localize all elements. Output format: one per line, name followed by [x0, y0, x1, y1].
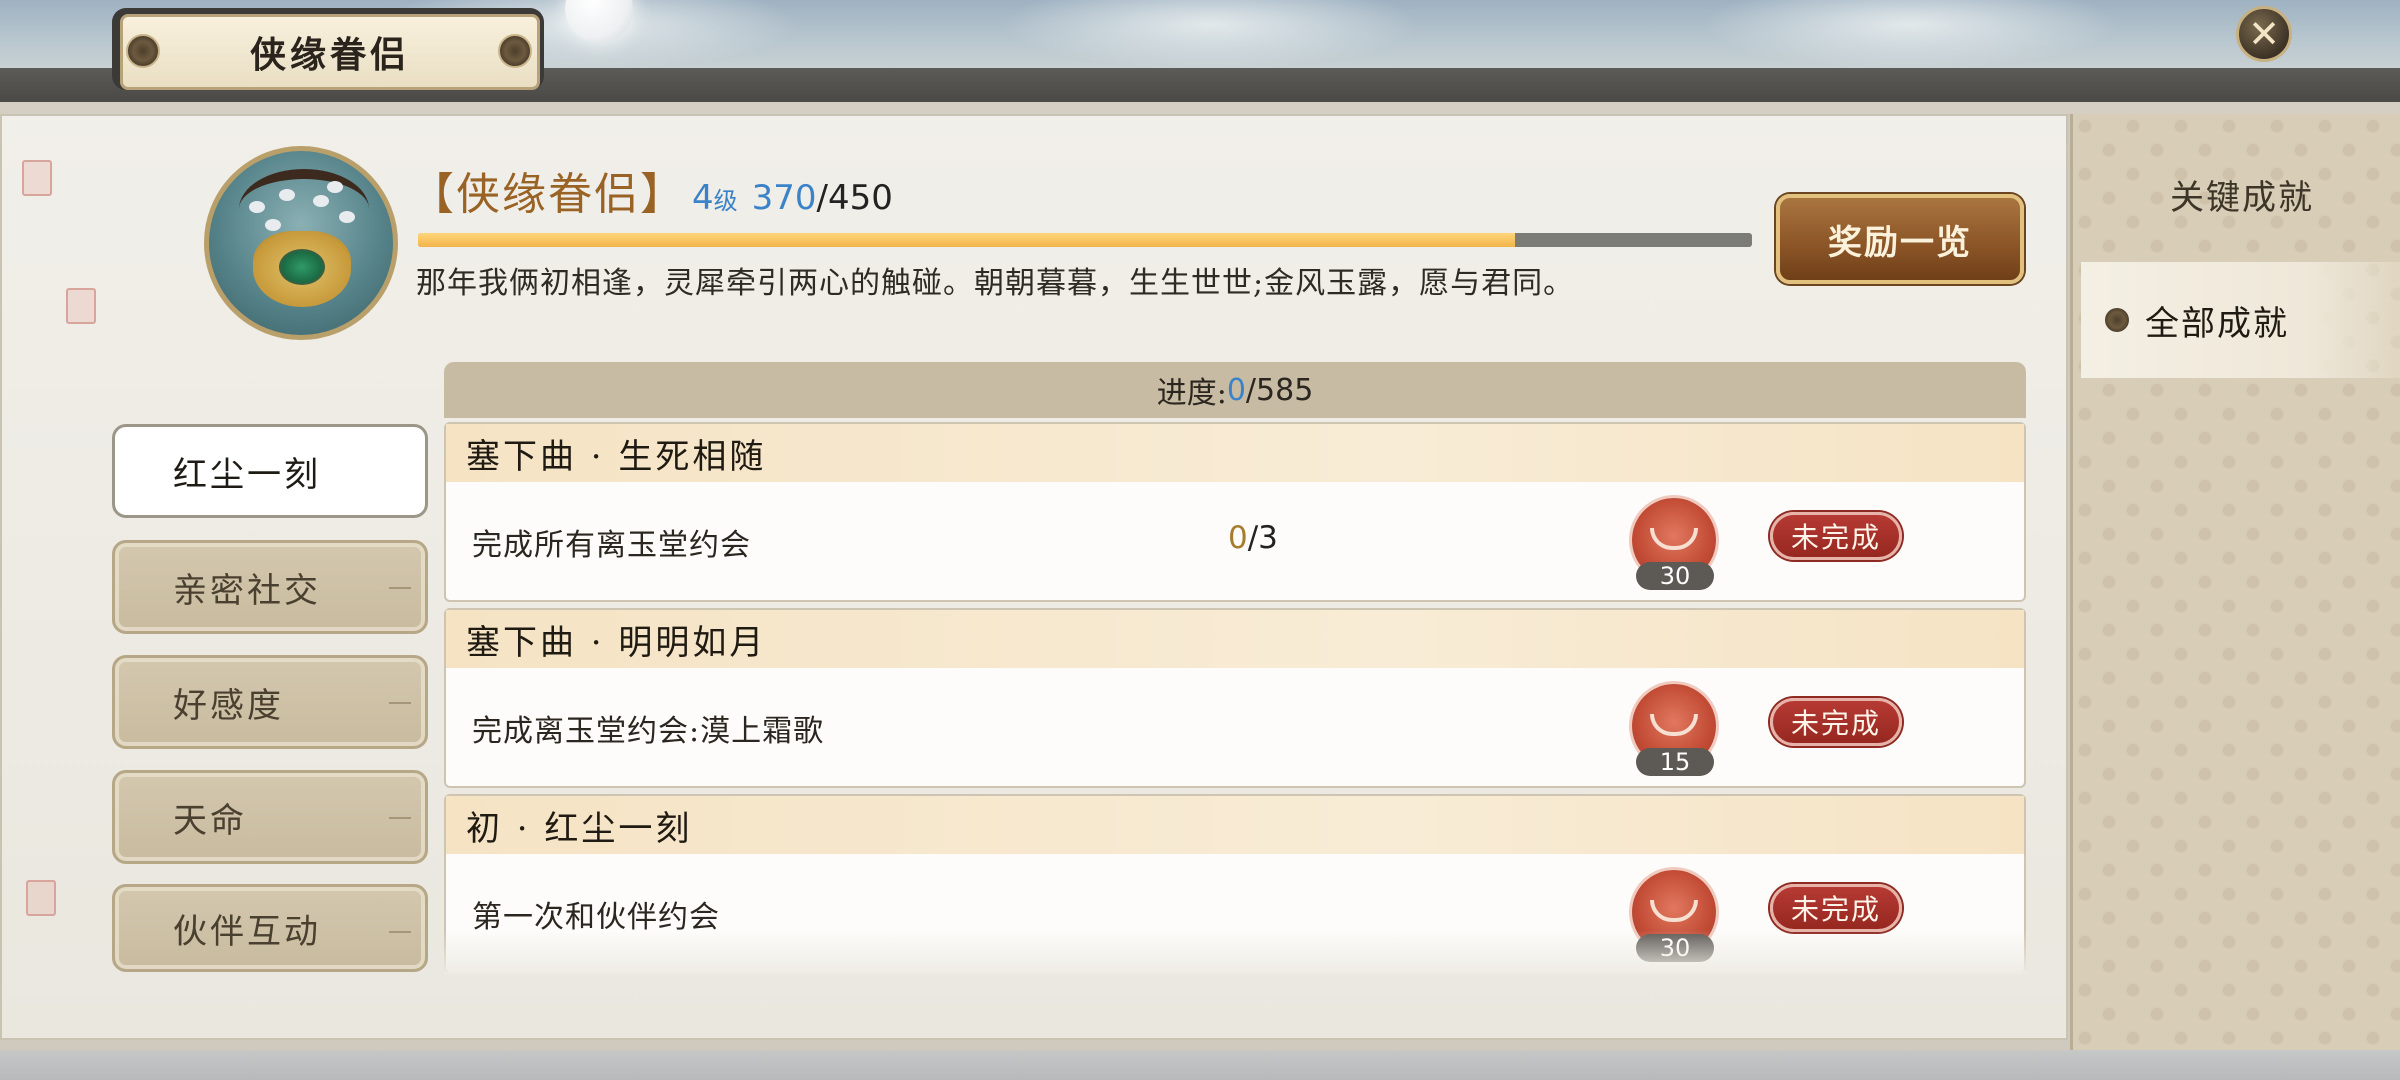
paper-edge [0, 102, 2400, 114]
tab-mark-decoration [389, 587, 411, 589]
petal-decoration [339, 211, 355, 223]
close-button[interactable]: ✕ [2236, 6, 2292, 62]
petal-decoration [265, 219, 281, 231]
list-fade-overlay [444, 930, 2026, 974]
achievement-card: 塞下曲 · 生死相随 完成所有离玉堂约会 0/3 30 未完成 [444, 422, 2026, 602]
calligraphy-decoration [20, 160, 70, 920]
category-tab-3[interactable]: 天命 [112, 770, 428, 864]
cloud-decoration [1000, 0, 1420, 70]
category-tab-4[interactable]: 伙伴互动 [112, 884, 428, 972]
window-title-plaque: 侠缘眷侣 [120, 14, 540, 90]
achievement-lock-badge-icon [204, 146, 398, 340]
points-current: 370 [751, 178, 817, 218]
category-tab-0[interactable]: 红尘一刻 [112, 424, 428, 518]
seal-stamp-decoration [66, 288, 96, 324]
side-nav-all-achievements[interactable]: 全部成就 [2081, 262, 2400, 378]
status-badge: 未完成 [1770, 884, 1902, 932]
status-badge: 未完成 [1770, 698, 1902, 746]
achievement-task: 完成所有离玉堂约会 [472, 528, 751, 563]
cloud-decoration [1700, 0, 2120, 70]
reward-token[interactable]: 30 [1628, 498, 1720, 590]
achievement-card-title: 塞下曲 · 生死相随 [446, 424, 2024, 482]
petal-decoration [313, 195, 329, 207]
category-label: 亲密社交 [173, 570, 321, 611]
bottom-frame-bar [0, 1050, 2400, 1080]
category-label: 红尘一刻 [173, 454, 321, 495]
window-title: 侠缘眷侣 [249, 34, 410, 76]
points-max: 450 [828, 178, 893, 218]
reward-amount: 30 [1636, 562, 1714, 590]
seal-stamp-decoration [26, 880, 56, 916]
achievement-count: 0/3 [1228, 520, 1278, 556]
category-label: 伙伴互动 [173, 911, 321, 952]
achievement-task: 完成离玉堂约会:漠上霜歌 [472, 714, 825, 749]
side-nav-label: 全部成就 [2145, 303, 2289, 344]
list-progress-header: 进度: 0 /585 [444, 362, 2026, 418]
lock-jade [279, 249, 325, 285]
achievement-title-row: 【侠缘眷侣】 4 级 370 / 450 [410, 158, 893, 220]
count-current: 0 [1228, 520, 1248, 556]
knot-ornament-icon [126, 34, 160, 68]
achievement-level: 4 [692, 178, 714, 218]
achievement-card-title: 初 · 红尘一刻 [446, 796, 2024, 854]
petal-decoration [279, 189, 295, 201]
side-nav-key-achievements[interactable]: 关键成就 [2081, 136, 2400, 252]
achievement-card-title: 塞下曲 · 明明如月 [446, 610, 2024, 668]
knot-ornament-icon [2105, 308, 2129, 332]
achievement-level-unit: 级 [713, 187, 738, 215]
reward-token[interactable]: 15 [1628, 684, 1720, 776]
knot-ornament-icon [498, 34, 532, 68]
count-total: /3 [1247, 520, 1278, 556]
progress-label: 进度: [1156, 376, 1227, 411]
progress-bar-fill [418, 233, 1515, 247]
tab-mark-decoration [389, 702, 411, 704]
tab-mark-decoration [389, 817, 411, 819]
reward-overview-button[interactable]: 奖励一览 [1776, 194, 2024, 284]
points-separator: / [816, 178, 829, 218]
status-badge: 未完成 [1770, 512, 1902, 560]
achievement-description: 那年我俩初相逢，灵犀牵引两心的触碰。朝朝暮暮，生生世世;金风玉露，愿与君同。 [416, 266, 1575, 301]
seal-stamp-decoration [22, 160, 52, 196]
reward-overview-label: 奖励一览 [1828, 222, 1972, 263]
side-nav-label: 关键成就 [2170, 177, 2314, 218]
petal-decoration [249, 201, 265, 213]
progress-current: 0 [1226, 372, 1246, 408]
achievement-name: 【侠缘眷侣】 [410, 169, 686, 220]
close-icon: ✕ [2248, 12, 2280, 56]
achievement-progress-bar [418, 233, 1752, 247]
achievement-card: 塞下曲 · 明明如月 完成离玉堂约会:漠上霜歌 15 未完成 [444, 608, 2026, 788]
achievement-list[interactable]: 塞下曲 · 生死相随 完成所有离玉堂约会 0/3 30 未完成 塞下曲 · 明明… [444, 420, 2026, 972]
petal-decoration [327, 181, 343, 193]
achievement-side-nav: 关键成就 全部成就 [2070, 114, 2400, 1050]
progress-total: /585 [1245, 372, 1314, 408]
reward-amount: 15 [1636, 748, 1714, 776]
category-tab-2[interactable]: 好感度 [112, 655, 428, 749]
category-tab-1[interactable]: 亲密社交 [112, 540, 428, 634]
tab-mark-decoration [389, 931, 411, 933]
category-label: 好感度 [173, 685, 284, 726]
category-label: 天命 [173, 800, 247, 841]
